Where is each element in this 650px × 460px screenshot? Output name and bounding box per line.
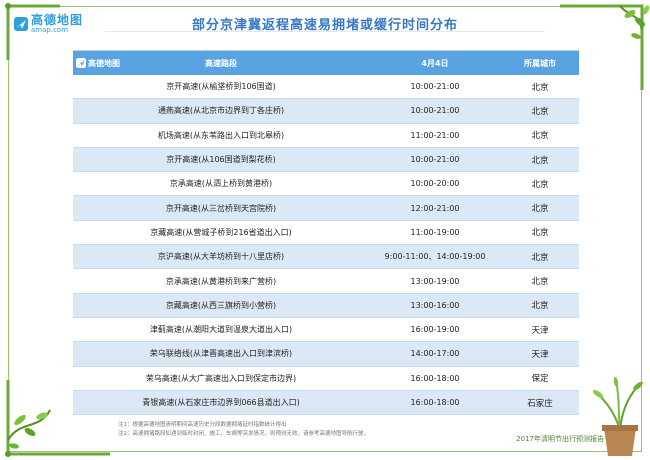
cell-time: 16:00-19:00: [410, 325, 460, 335]
table-row: 京藏高速(从西三旗桥到小营桥) 13:00-16:00 北京: [73, 293, 579, 318]
cell-road: 荣乌高速(从大广高速出入口到保定市边界): [145, 373, 297, 383]
footnote-2: 注2：高速拥堵路段如遇到临时封闭、施工、车祸等突发情况，则预测无效，请参考高德地…: [118, 431, 370, 437]
cell-city: 北京: [531, 131, 549, 142]
footnotes: 注1：根据高德地图清明期间高速历史分段数据拥堵延时指数统计得出 注2：高速拥堵路…: [118, 421, 369, 439]
potted-plant-decoration: [592, 377, 643, 456]
table-row: 京沪高速(从大羊坊桥到十八里店桥) 9:00-11:00、14:00-19:00 北…: [73, 245, 579, 270]
table-row: 荣乌高速(从大广高速出入口到保定市边界) 16:00-18:00 保定: [73, 367, 579, 391]
table-row: 京承高速(从黄港桥到来广营桥) 13:00-19:00 北京: [73, 269, 579, 294]
cell-city: 北京: [531, 277, 549, 288]
table-row: 京承高速(从泗上桥到黄港桥) 10:00-20:00 北京: [73, 172, 579, 197]
title-divider: [105, 31, 545, 32]
cell-city: 北京: [531, 106, 549, 117]
cell-road: 机场高速(从东苇路出入口到北皋桥): [157, 130, 285, 140]
cell-road: 通燕高速(从北京市边界到丁各庄桥): [157, 106, 285, 116]
cell-road: 京藏高速(从营城子桥到216省道出入口): [150, 227, 292, 237]
table-row: 京开高速(从榆垡桥到106国道) 10:00-21:00 北京: [73, 75, 579, 100]
cell-time: 9:00-11:00、14:00-19:00: [384, 252, 486, 262]
cell-road: 京开高速(从榆垡桥到106国道): [166, 82, 276, 92]
table-row: 津蓟高速(从潮阳大道到温泉大道出入口) 16:00-19:00 天津: [73, 318, 579, 343]
table-body: 京开高速(从榆垡桥到106国道) 10:00-21:00 北京 通燕高速(从北京市边界…: [73, 75, 579, 416]
cell-time: 11:00-21:00: [410, 130, 460, 140]
cell-time: 10:00-21:00: [410, 155, 460, 165]
cell-city: 天津: [531, 349, 549, 360]
cell-time: 16:00-18:00: [410, 398, 460, 407]
table-row: 京开高速(从三岔桥到天宫院桥) 12:00-21:00 北京: [73, 196, 579, 221]
table-header-logo: 高德地图: [76, 55, 120, 71]
table-row: 通燕高速(从北京市边界到丁各庄桥) 10:00-21:00 北京: [73, 99, 579, 124]
cell-road: 京开高速(从三岔桥到天宫院桥): [165, 203, 277, 213]
footnote-1: 注1：根据高德地图清明期间高速历史分段数据拥堵延时指数统计得出: [118, 422, 287, 428]
congestion-table: 高德地图 高速路段 4月4日 所属城市 京开高速(从榆垡桥到106国道) 10:0…: [73, 50, 579, 416]
cell-city: 北京: [531, 252, 549, 263]
table-header: 高德地图 高速路段 4月4日 所属城市: [73, 51, 579, 75]
cell-time: 11:00-19:00: [410, 227, 460, 237]
cell-road: 青银高速(从石家庄市边界到066县道出入口): [142, 398, 300, 407]
cell-city: 北京: [531, 155, 549, 166]
table-row: 青银高速(从石家庄市边界到066县道出入口) 16:00-18:00 石家庄: [73, 390, 579, 416]
cell-road: 京藏高速(从西三旗桥到小营桥): [165, 300, 277, 310]
cell-city: 北京: [531, 204, 549, 215]
column-header-city: 所属城市: [524, 58, 556, 68]
cell-time: 10:00-21:00: [410, 106, 460, 116]
cell-time: 16:00-18:00: [410, 373, 460, 383]
column-header-date: 4月4日: [421, 58, 449, 68]
cell-road: 荣乌联络线(从津晋高速出入口到津滨桥): [149, 349, 293, 359]
amap-logo-icon: [76, 58, 86, 68]
cell-time: 10:00-20:00: [410, 179, 460, 189]
cell-time: 13:00-19:00: [410, 276, 460, 286]
table-row: 机场高速(从东苇路出入口到北皋桥) 11:00-21:00 北京: [73, 124, 579, 148]
cell-city: 保定: [531, 374, 549, 385]
table-row: 京藏高速(从营城子桥到216省道出入口) 11:00-19:00 北京: [73, 221, 579, 246]
cell-time: 14:00-17:00: [410, 349, 460, 359]
cell-time: 13:00-16:00: [410, 300, 460, 310]
cell-road: 津蓟高速(从潮阳大道到温泉大道出入口): [149, 325, 293, 335]
cell-city: 北京: [531, 179, 549, 190]
cell-road: 京沪高速(从大羊坊桥到十八里店桥): [157, 252, 285, 262]
cell-road: 京承高速(从黄港桥到来广营桥): [165, 276, 277, 286]
table-row: 京开高速(从106国道到梨花桥) 10:00-21:00 北京: [73, 147, 579, 173]
table-header-logo-text: 高德地图: [88, 58, 120, 68]
cell-city: 天津: [531, 325, 549, 336]
cell-city: 北京: [531, 228, 549, 239]
cell-city: 北京: [531, 301, 549, 312]
cell-time: 10:00-21:00: [410, 82, 460, 92]
report-footer: 2017年清明节出行预测报告: [516, 435, 604, 443]
cell-city: 北京: [531, 82, 549, 93]
cell-city: 石家庄: [527, 398, 553, 409]
table-row: 荣乌联络线(从津晋高速出入口到津滨桥) 14:00-17:00 天津: [73, 342, 579, 367]
cell-time: 12:00-21:00: [410, 203, 460, 213]
cell-road: 京开高速(从106国道到梨花桥): [166, 155, 276, 165]
cell-road: 京承高速(从泗上桥到黄港桥): [169, 179, 273, 189]
